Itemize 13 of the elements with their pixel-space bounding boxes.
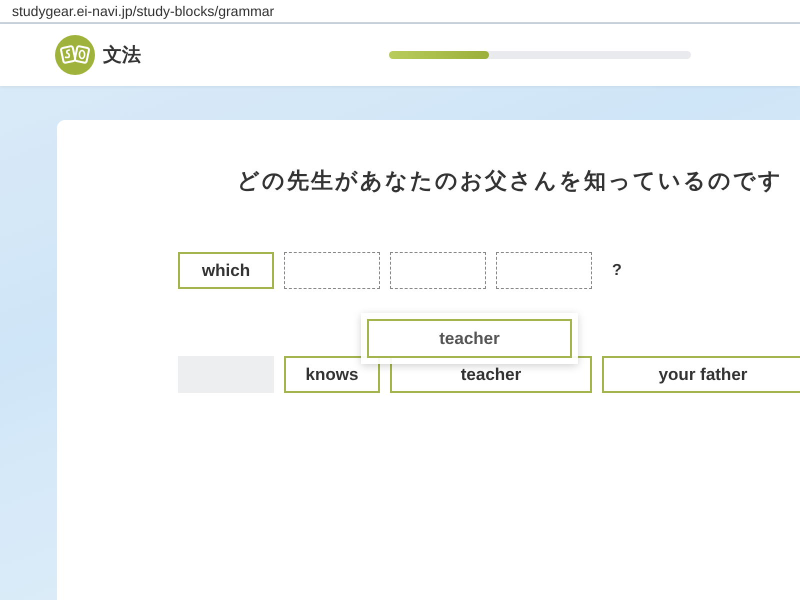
question-text: どの先生があなたのお父さんを知っているのです <box>237 168 784 196</box>
url-text: studygear.ei-navi.jp/study-blocks/grammar <box>12 3 274 19</box>
answer-tile[interactable]: which <box>178 252 274 289</box>
dragged-word-tile[interactable]: teacher <box>367 319 572 358</box>
word-tile[interactable]: knows <box>284 356 380 393</box>
address-bar[interactable]: studygear.ei-navi.jp/study-blocks/grammar <box>0 0 800 24</box>
answer-slot[interactable] <box>496 252 592 289</box>
answer-slot[interactable] <box>284 252 380 289</box>
answer-slot[interactable] <box>390 252 486 289</box>
page-title: 文法 <box>103 43 141 68</box>
question-mark: ? <box>612 262 622 280</box>
cards-logo-icon <box>55 35 95 75</box>
word-tile[interactable]: your father <box>602 356 800 393</box>
